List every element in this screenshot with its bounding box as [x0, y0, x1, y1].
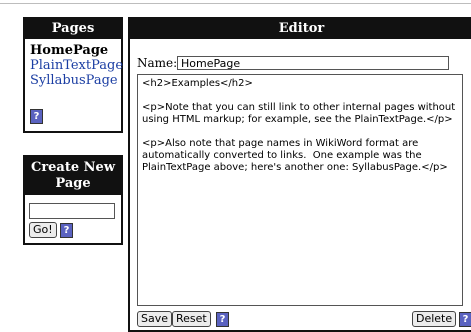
save-button[interactable]: Save — [137, 311, 173, 327]
content-textarea[interactable]: <h2>Examples</h2> <p>Note that you can s… — [137, 74, 463, 306]
create-page-panel: Create New Page Go! ? — [23, 155, 123, 245]
editor-title: Editor — [130, 19, 471, 39]
page-list-item-current: HomePage — [30, 43, 109, 58]
pages-panel: Pages HomePage PlainTextPage SyllabusPag… — [23, 17, 123, 133]
create-page-title: Create New Page — [25, 157, 121, 195]
page-name-input[interactable] — [177, 56, 449, 70]
page-link-syllabuspage[interactable]: SyllabusPage — [30, 73, 121, 88]
page-list: HomePage PlainTextPage SyllabusPage — [25, 39, 123, 88]
pages-help-icon[interactable]: ? — [30, 109, 43, 124]
reset-button[interactable]: Reset — [172, 311, 211, 327]
new-page-name-input[interactable] — [29, 203, 115, 219]
go-button[interactable]: Go! — [29, 222, 57, 238]
create-page-title-line1: Create New — [30, 160, 116, 175]
editor-help-icon[interactable]: ? — [216, 312, 229, 327]
pages-panel-title: Pages — [25, 19, 121, 39]
delete-button[interactable]: Delete — [412, 311, 457, 327]
delete-help-icon[interactable]: ? — [459, 312, 471, 327]
editor-toolbar: Save Reset ? Delete ? — [130, 311, 471, 329]
create-help-icon[interactable]: ? — [60, 223, 73, 238]
top-divider — [0, 3, 471, 4]
create-page-title-line2: Page — [55, 176, 91, 191]
name-label: Name: — [137, 56, 178, 70]
page-link-plaintextpage[interactable]: PlainTextPage — [30, 58, 123, 73]
editor-panel: Editor Name: <h2>Examples</h2> <p>Note t… — [128, 17, 471, 332]
